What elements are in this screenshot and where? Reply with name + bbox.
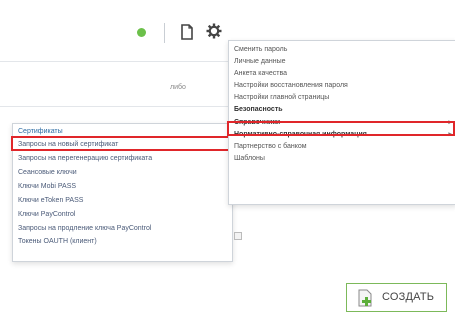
menu-item-quality-survey[interactable]: Анкета качества: [229, 69, 455, 79]
submenu-item-session-keys[interactable]: Сеансовые ключи: [13, 168, 232, 178]
submenu-item-etoken-keys[interactable]: Ключи eToken PASS: [13, 196, 232, 206]
divider: [0, 106, 230, 107]
submenu-item-paycontrol-renewal[interactable]: Запросы на продление ключа PayControl: [13, 224, 232, 234]
highlight-security: [227, 121, 455, 136]
column-label: либо: [170, 84, 186, 91]
submenu-item-regeneration-requests[interactable]: Запросы на перегенерацию сертификата: [13, 154, 232, 164]
divider: [0, 61, 230, 62]
menu-item-templates[interactable]: Шаблоны: [229, 154, 455, 164]
online-status-indicator: [137, 28, 146, 37]
submenu-item-mobipass-keys[interactable]: Ключи Mobi PASS: [13, 182, 232, 192]
menu-item-security[interactable]: Безопасность: [229, 105, 455, 115]
menu-item-password-recovery-settings[interactable]: Настройки восстановления пароля: [229, 81, 455, 91]
menu-item-change-password[interactable]: Сменить пароль: [229, 45, 455, 55]
highlight-new-certificate-requests: [11, 136, 232, 151]
gear-icon[interactable]: [206, 23, 222, 39]
submenu-item-oauth-tokens[interactable]: Токены OAUTH (клиент): [13, 237, 232, 247]
menu-item-personal-data[interactable]: Личные данные: [229, 57, 455, 67]
checkbox[interactable]: [234, 232, 242, 240]
create-button-label: СОЗДАТЬ: [382, 291, 435, 303]
toolbar-separator: [164, 23, 165, 43]
add-document-icon: [358, 289, 372, 307]
menu-item-bank-partnership[interactable]: Партнерство с банком: [229, 142, 455, 152]
menu-item-home-page-settings[interactable]: Настройки главной страницы: [229, 93, 455, 103]
submenu-item-paycontrol-keys[interactable]: Ключи PayControl: [13, 210, 232, 220]
document-icon[interactable]: [180, 24, 194, 40]
create-button[interactable]: СОЗДАТЬ: [346, 283, 447, 312]
